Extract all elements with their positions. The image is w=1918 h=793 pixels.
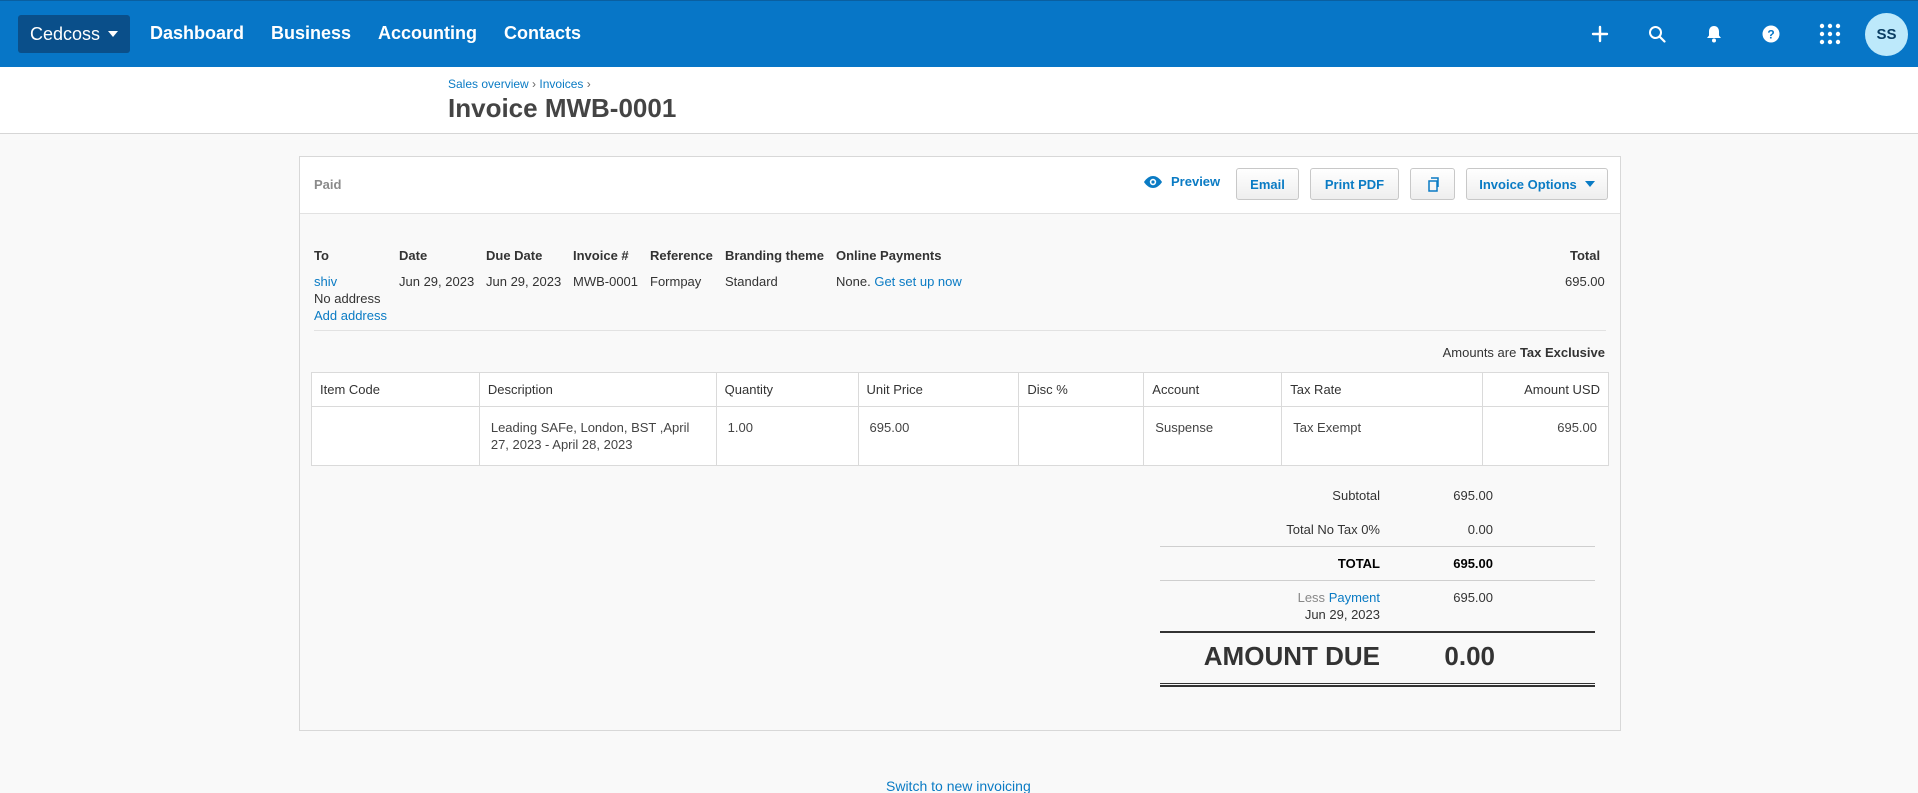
date-header: Date bbox=[399, 248, 428, 263]
less-text: Less bbox=[1297, 590, 1326, 605]
email-button[interactable]: Email bbox=[1236, 168, 1299, 200]
invoice-toolbar: Paid Preview Email Print PDF Invoice Opt… bbox=[300, 157, 1620, 214]
breadcrumb: Sales overview › Invoices › bbox=[448, 77, 591, 91]
quantity-cell: 1.00 bbox=[715, 406, 859, 466]
payment-row: Less Payment bbox=[1160, 590, 1380, 605]
amount-due-value: 0.00 bbox=[1444, 641, 1495, 671]
page-title: Invoice MWB-0001 bbox=[448, 93, 677, 123]
breadcrumb-separator: › bbox=[586, 77, 591, 91]
top-navigation-bar: Cedcoss Dashboard Business Accounting Co… bbox=[0, 0, 1918, 67]
amount-due-top-rule bbox=[1160, 631, 1595, 633]
column-account: Account bbox=[1143, 372, 1283, 407]
online-payments-status: None. Get set up now bbox=[836, 274, 962, 289]
table-header-row: Item Code Description Quantity Unit Pric… bbox=[311, 372, 1609, 407]
description-cell: Leading SAFe, London, BST ,April 27, 202… bbox=[478, 406, 717, 466]
breadcrumb-separator: › bbox=[532, 77, 537, 91]
amounts-are-label: Amounts are Tax Exclusive bbox=[1300, 345, 1605, 360]
nav-dashboard[interactable]: Dashboard bbox=[150, 23, 244, 44]
totals-divider bbox=[1160, 546, 1595, 547]
nav-accounting[interactable]: Accounting bbox=[378, 23, 477, 44]
breadcrumb-invoices[interactable]: Invoices bbox=[539, 77, 583, 91]
svg-text:?: ? bbox=[1767, 28, 1774, 42]
preview-label: Preview bbox=[1171, 174, 1221, 189]
totals-divider bbox=[1160, 580, 1595, 581]
branding-theme-header: Branding theme bbox=[725, 248, 824, 263]
total-value: 695.00 bbox=[1453, 556, 1493, 571]
payment-date: Jun 29, 2023 bbox=[1304, 607, 1380, 622]
organisation-name: Cedcoss bbox=[30, 23, 101, 44]
to-header: To bbox=[314, 248, 329, 263]
caret-down-icon bbox=[108, 31, 119, 37]
no-address-text: No address bbox=[314, 291, 381, 306]
table-row: Leading SAFe, London, BST ,April 27, 202… bbox=[311, 406, 1609, 466]
eye-icon bbox=[1144, 175, 1162, 188]
nav-contacts[interactable]: Contacts bbox=[504, 23, 581, 44]
invoice-due-date: Jun 29, 2023 bbox=[486, 274, 562, 289]
contact-link[interactable]: shiv bbox=[314, 274, 337, 289]
amount-due-label: AMOUNT DUE bbox=[1203, 641, 1380, 671]
tax-rate-cell: Tax Exempt bbox=[1281, 406, 1484, 466]
amount-cell: 695.00 bbox=[1482, 406, 1609, 466]
apps-grid-icon[interactable] bbox=[1817, 21, 1843, 47]
column-amount: Amount USD bbox=[1482, 372, 1609, 407]
invoice-panel: Paid Preview Email Print PDF Invoice Opt… bbox=[299, 156, 1621, 731]
invoice-options-label: Invoice Options bbox=[1479, 176, 1577, 192]
invoice-number-header: Invoice # bbox=[573, 248, 629, 263]
unit-price-cell: 695.00 bbox=[857, 406, 1020, 466]
payment-value[interactable]: 695.00 bbox=[1400, 590, 1493, 605]
invoice-total: 695.00 bbox=[1565, 274, 1605, 289]
copy-button[interactable] bbox=[1410, 168, 1455, 200]
bell-icon[interactable] bbox=[1701, 21, 1727, 47]
online-payments-none: None. bbox=[836, 274, 871, 289]
breadcrumb-sales-overview[interactable]: Sales overview bbox=[448, 77, 529, 91]
add-address-link[interactable]: Add address bbox=[314, 308, 387, 323]
subtotal-label: Subtotal bbox=[1332, 488, 1380, 503]
preview-button[interactable]: Preview bbox=[1143, 174, 1220, 189]
plus-icon[interactable] bbox=[1587, 21, 1613, 47]
payment-link[interactable]: Payment bbox=[1329, 590, 1380, 605]
details-divider bbox=[314, 330, 1606, 331]
column-disc: Disc % bbox=[1018, 372, 1145, 407]
print-pdf-button[interactable]: Print PDF bbox=[1310, 168, 1399, 200]
switch-to-new-invoicing-link[interactable]: Switch to new invoicing bbox=[886, 778, 1031, 793]
amount-due-double-rule bbox=[1160, 683, 1595, 687]
online-payments-header: Online Payments bbox=[836, 248, 942, 263]
column-quantity: Quantity bbox=[715, 372, 859, 407]
organisation-switcher[interactable]: Cedcoss bbox=[18, 15, 131, 53]
disc-cell bbox=[1018, 406, 1145, 466]
tax-label: Total No Tax 0% bbox=[1286, 522, 1380, 537]
line-items-table: Item Code Description Quantity Unit Pric… bbox=[311, 372, 1609, 466]
invoice-options-dropdown[interactable]: Invoice Options bbox=[1466, 168, 1608, 200]
nav-business[interactable]: Business bbox=[271, 23, 351, 44]
invoice-number: MWB-0001 bbox=[573, 274, 639, 289]
invoice-reference: Formpay bbox=[650, 274, 702, 289]
account-cell: Suspense bbox=[1143, 406, 1283, 466]
subtotal-value: 695.00 bbox=[1453, 488, 1493, 503]
column-item-code: Item Code bbox=[311, 372, 480, 407]
total-header: Total bbox=[1570, 248, 1601, 263]
caret-down-icon bbox=[1584, 181, 1595, 187]
search-icon[interactable] bbox=[1644, 21, 1670, 47]
copy-icon bbox=[1427, 177, 1439, 192]
get-set-up-link[interactable]: Get set up now bbox=[874, 274, 961, 289]
invoice-date: Jun 29, 2023 bbox=[399, 274, 475, 289]
help-icon[interactable]: ? bbox=[1758, 21, 1784, 47]
column-unit-price: Unit Price bbox=[857, 372, 1020, 407]
page-header: Sales overview › Invoices › Invoice MWB-… bbox=[0, 67, 1918, 134]
due-date-header: Due Date bbox=[486, 248, 543, 263]
status-badge: Paid bbox=[314, 177, 342, 192]
column-tax-rate: Tax Rate bbox=[1281, 372, 1484, 407]
reference-header: Reference bbox=[650, 248, 713, 263]
item-code-cell bbox=[311, 406, 480, 466]
amounts-are-value: Tax Exclusive bbox=[1519, 345, 1605, 360]
column-description: Description bbox=[478, 372, 717, 407]
total-label: TOTAL bbox=[1337, 556, 1380, 571]
user-avatar[interactable]: SS bbox=[1865, 13, 1908, 56]
amounts-are-text: Amounts are bbox=[1442, 345, 1517, 360]
tax-value: 0.00 bbox=[1467, 522, 1493, 537]
branding-theme: Standard bbox=[725, 274, 778, 289]
